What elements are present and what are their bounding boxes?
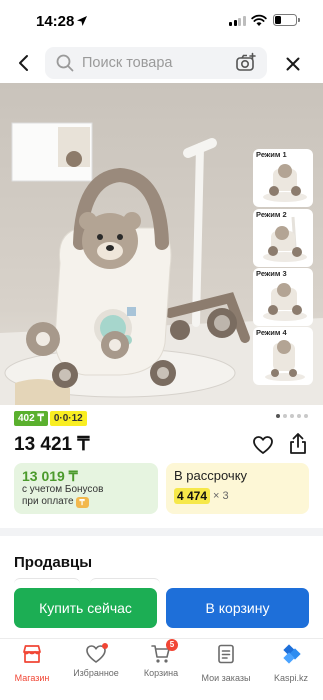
notification-dot [102, 643, 108, 649]
kaspi-logo-icon [283, 644, 301, 664]
promo-badges: 402 ₸ 0·0·12 [14, 411, 87, 426]
tab-favorites[interactable]: Избранное [64, 643, 128, 679]
mode-thumbnail-3[interactable]: Режим 3 [253, 268, 313, 326]
installment-amount: 4 474 [174, 488, 211, 504]
tab-shop[interactable]: Магазин [0, 643, 64, 683]
sellers-title: Продавцы [14, 554, 93, 571]
search-box[interactable] [45, 47, 267, 79]
cart-count-badge: 5 [166, 639, 178, 651]
status-bar: 14:28 [0, 0, 323, 44]
search-header [0, 44, 323, 82]
heart-icon [85, 643, 108, 665]
bonus-price-card[interactable]: 13 019 ₸ с учетом Бонусов при оплате ₸ [14, 463, 158, 514]
location-arrow-icon [77, 16, 87, 26]
installment-row: 4 474 × 3 [174, 488, 301, 504]
tab-orders[interactable]: Мои заказы [194, 643, 258, 683]
search-icon [56, 54, 74, 72]
mode-thumbnail-2[interactable]: Режим 2 [253, 209, 313, 267]
buy-now-button[interactable]: Купить сейчас [14, 588, 157, 628]
installment-card[interactable]: В рассрочку 4 474 × 3 [166, 463, 309, 514]
installment-badge: 0·0·12 [49, 411, 87, 426]
favorite-heart-icon[interactable] [252, 434, 274, 456]
tab-label: Магазин [14, 673, 50, 683]
image-pager [276, 414, 308, 418]
cart-icon: 5 [150, 639, 178, 665]
orders-icon [218, 644, 234, 664]
installment-times: × 3 [213, 490, 229, 502]
bonus-text-line1: с учетом Бонусов [22, 484, 104, 495]
installment-title: В рассрочку [174, 468, 248, 483]
bottom-tab-bar: Магазин Избранное 5 Корзина Мои заказы K… [0, 638, 323, 700]
section-divider [0, 528, 323, 536]
mode-thumbnail-4[interactable]: Режим 4 [253, 327, 313, 385]
bonus-price: 13 019 ₸ [22, 468, 78, 484]
search-input[interactable] [82, 47, 232, 79]
back-button[interactable] [12, 51, 36, 75]
share-icon[interactable] [287, 432, 309, 456]
close-button[interactable] [280, 51, 306, 77]
product-image[interactable]: Режим 1 Режим 2 Режим 3 Режим 4 [0, 83, 323, 405]
seller-card[interactable] [90, 578, 160, 588]
wifi-icon [251, 14, 267, 26]
mode-thumbnail-label: Режим 3 [256, 269, 287, 278]
tab-label: Kaspi.kz [273, 673, 308, 683]
tab-cart[interactable]: 5 Корзина [129, 639, 193, 679]
battery-icon [273, 14, 300, 26]
tab-label: Корзина [143, 668, 179, 678]
mode-thumbnail-1[interactable]: Режим 1 [253, 149, 313, 207]
tab-label: Мои заказы [201, 673, 251, 683]
bonus-badge: 402 ₸ [14, 411, 48, 426]
product-price: 13 421 ₸ [14, 434, 90, 455]
chevron-left-icon [19, 55, 28, 71]
mode-thumbnail-label: Режим 2 [256, 210, 287, 219]
mode-thumbnail-label: Режим 1 [256, 150, 287, 159]
shop-icon [23, 645, 41, 663]
bonus-text-line2: при оплате ₸ [22, 496, 150, 508]
camera-search-icon[interactable] [235, 52, 257, 74]
close-icon [286, 57, 300, 71]
seller-card[interactable] [14, 578, 80, 588]
tab-kaspi[interactable]: Kaspi.kz [259, 643, 323, 683]
signal-icon [229, 15, 246, 26]
add-to-cart-button[interactable]: В корзину [166, 588, 309, 628]
bonus-coin-icon: ₸ [75, 497, 89, 508]
tab-label: Избранное [73, 668, 119, 678]
mode-thumbnail-label: Режим 4 [256, 328, 287, 337]
status-time: 14:28 [36, 13, 75, 30]
